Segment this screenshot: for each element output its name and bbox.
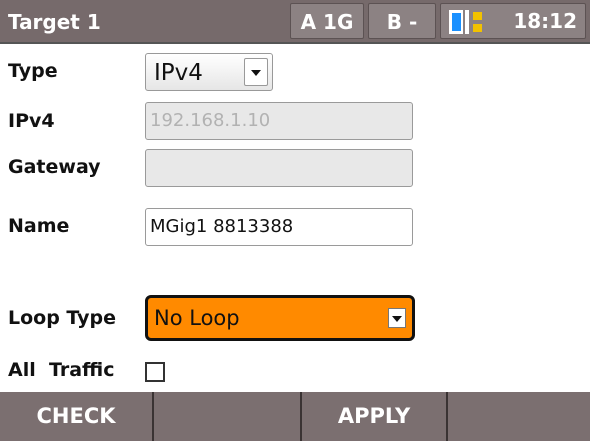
status-bar: Target 1 A 1G B - 18:12 (0, 0, 590, 44)
dropdown-arrow-icon[interactable] (244, 58, 268, 86)
softkey-2[interactable] (152, 392, 300, 441)
name-label: Name (8, 215, 70, 237)
gateway-label: Gateway (8, 156, 101, 178)
apply-button[interactable]: APPLY (300, 392, 446, 441)
page-title: Target 1 (8, 10, 101, 34)
link-status-icon (449, 10, 482, 34)
softkey-bar: CHECK APPLY (0, 392, 590, 441)
name-field[interactable]: MGig1 8813388 (145, 208, 413, 246)
all-traffic-label: All Traffic (8, 359, 115, 381)
dropdown-arrow-icon[interactable] (388, 308, 406, 328)
connection-status: 18:12 (440, 3, 586, 39)
gateway-field[interactable] (145, 149, 413, 187)
loop-type-label: Loop Type (8, 307, 117, 329)
type-label: Type (8, 60, 58, 82)
port-b-status[interactable]: B - (368, 3, 436, 39)
ipv4-label: IPv4 (8, 110, 55, 132)
all-traffic-checkbox[interactable] (145, 362, 165, 382)
clock: 18:12 (513, 9, 577, 33)
port-a-status[interactable]: A 1G (290, 3, 364, 39)
check-button[interactable]: CHECK (0, 392, 152, 441)
softkey-4[interactable] (446, 392, 590, 441)
type-select-value: IPv4 (154, 60, 203, 86)
type-select[interactable]: IPv4 (145, 53, 273, 91)
loop-type-select-value: No Loop (154, 306, 240, 330)
ipv4-field[interactable]: 192.168.1.10 (145, 102, 413, 140)
loop-type-select[interactable]: No Loop (145, 295, 415, 341)
